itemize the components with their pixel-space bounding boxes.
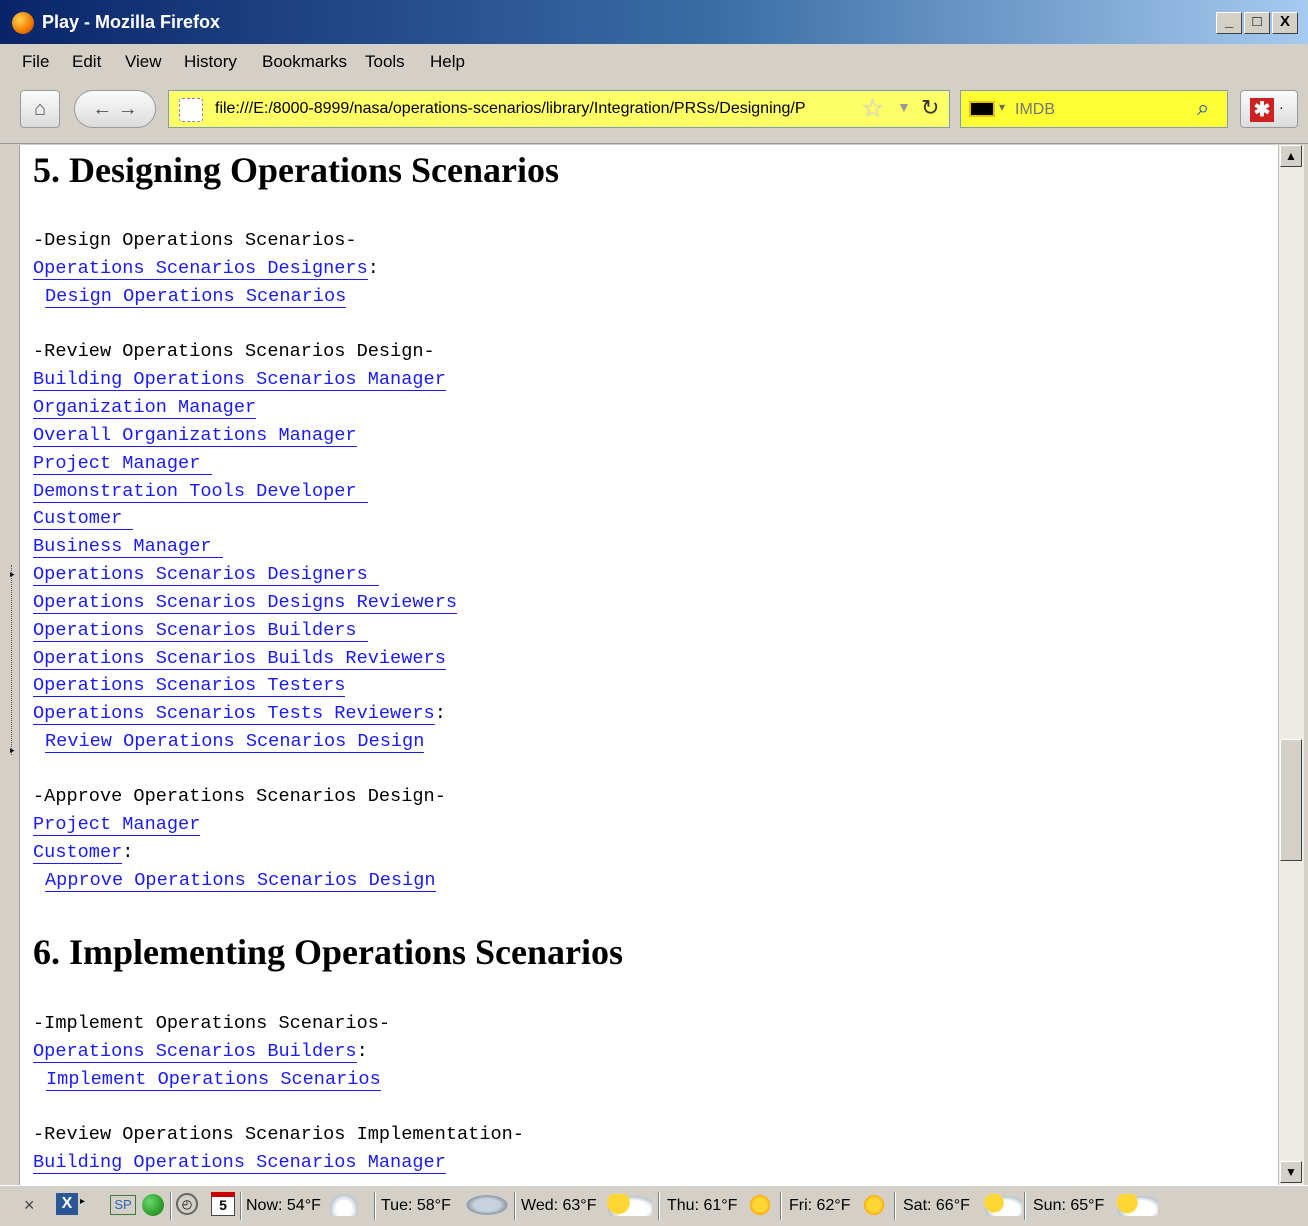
weather-now[interactable]: Now: 54°F — [246, 1197, 321, 1215]
step-title: -Implement Operations Scenarios- — [33, 1013, 391, 1034]
minimize-button[interactable]: _ — [1216, 12, 1242, 34]
role-link[interactable]: Operations Scenarios Designers — [33, 564, 379, 586]
role-link[interactable]: Building Operations Scenarios Manager — [33, 369, 446, 391]
section-heading: 6. Implementing Operations Scenarios — [33, 932, 623, 972]
menu-bookmarks[interactable]: Bookmarks — [262, 52, 347, 72]
page-content: 5. Designing Operations Scenarios -Desig… — [20, 145, 1278, 1185]
url-bar[interactable]: file:///E:/8000-8999/nasa/operations-sce… — [168, 90, 950, 128]
role-link[interactable]: Customer — [33, 508, 134, 530]
back-forward-buttons[interactable]: ← → — [74, 90, 156, 128]
forward-icon[interactable]: → — [118, 98, 138, 120]
action-link[interactable]: Review Operations Scenarios Design — [45, 731, 425, 753]
menu-file[interactable]: File — [22, 52, 49, 72]
xmarks-icon[interactable]: X — [56, 1193, 78, 1215]
weather-fri[interactable]: Fri: 62°F — [789, 1197, 851, 1215]
menu-edit[interactable]: Edit — [72, 52, 101, 72]
expand-arrow-icon[interactable]: ▸ — [10, 569, 15, 580]
scroll-down-button[interactable]: ▼ — [1280, 1161, 1302, 1183]
sun-cloud-icon — [982, 1194, 1022, 1216]
home-icon: ⌂ — [33, 98, 47, 120]
cloud-icon — [330, 1194, 358, 1216]
site-identity-icon[interactable] — [179, 98, 203, 122]
search-input[interactable] — [1013, 97, 1187, 123]
role-link[interactable]: Demonstration Tools Developer — [33, 481, 368, 503]
menu-view[interactable]: View — [125, 52, 162, 72]
clock-icon[interactable]: ◴ — [176, 1193, 198, 1215]
step-title: -Review Operations Scenarios Implementat… — [33, 1124, 524, 1145]
scroll-up-button[interactable]: ▲ — [1280, 145, 1302, 167]
status-bar: × X ▸ SP ◴ 5 Now: 54°F Tue: 58°F Wed: 63… — [0, 1185, 1308, 1226]
sidebar-splitter[interactable]: ▸ ▸ — [0, 145, 20, 1185]
xmarks-dropdown-icon[interactable]: ▸ — [80, 1196, 85, 1207]
weather-thu[interactable]: Thu: 61°F — [667, 1197, 737, 1215]
navigation-toolbar: ⌂ ← → file:///E:/8000-8999/nasa/operatio… — [0, 78, 1308, 144]
imdb-engine-icon[interactable] — [969, 101, 995, 117]
reload-icon[interactable]: ↻ — [921, 95, 939, 121]
role-link[interactable]: Organization Manager — [33, 397, 257, 419]
status-green-icon[interactable] — [142, 1194, 164, 1216]
firefox-logo-icon — [12, 12, 34, 34]
role-link[interactable]: Operations Scenarios Builders — [33, 620, 368, 642]
home-button[interactable]: ⌂ — [20, 90, 60, 128]
back-icon[interactable]: ← — [92, 98, 112, 120]
sp-icon[interactable]: SP — [110, 1195, 136, 1215]
url-text[interactable]: file:///E:/8000-8999/nasa/operations-sce… — [215, 100, 855, 118]
role-link[interactable]: Business Manager — [33, 536, 223, 558]
role-link[interactable]: Operations Scenarios Tests Reviewers — [33, 703, 435, 725]
role-link[interactable]: Customer — [33, 842, 123, 864]
action-link[interactable]: Implement Operations Scenarios — [46, 1069, 381, 1091]
role-link[interactable]: Project Manager — [33, 814, 201, 836]
sun-cloud-icon — [604, 1194, 652, 1216]
weather-sat[interactable]: Sat: 66°F — [903, 1197, 970, 1215]
expand-arrow-icon[interactable]: ▸ — [10, 745, 15, 756]
section-heading: 5. Designing Operations Scenarios — [33, 150, 560, 190]
role-link[interactable]: Operations Scenarios Testers — [33, 675, 346, 697]
sun-cloud-icon — [1114, 1194, 1158, 1216]
scroll-thumb[interactable] — [1280, 739, 1302, 861]
search-icon[interactable]: ⌕ — [1197, 95, 1209, 121]
menu-help[interactable]: Help — [430, 52, 465, 72]
window-title: Play - Mozilla Firefox — [42, 12, 221, 32]
vertical-scrollbar[interactable]: ▲ ▼ — [1278, 145, 1304, 1185]
engine-dropdown-icon[interactable]: ▾ — [999, 100, 1005, 114]
weather-wed[interactable]: Wed: 63°F — [521, 1197, 596, 1215]
rain-icon — [464, 1194, 510, 1216]
search-bar[interactable]: ▾ ⌕ — [960, 90, 1228, 128]
step-title: -Review Operations Scenarios Design- — [33, 341, 435, 362]
step-title: -Approve Operations Scenarios Design- — [33, 786, 446, 807]
maximize-button[interactable]: □ — [1244, 12, 1270, 34]
bookmark-star-icon[interactable]: ☆ — [861, 93, 884, 124]
calendar-icon[interactable]: 5 — [211, 1192, 235, 1216]
addon-button[interactable]: ✱ · — [1240, 90, 1298, 128]
action-link[interactable]: Approve Operations Scenarios Design — [45, 870, 436, 892]
role-link[interactable]: Operations Scenarios Designs Reviewers — [33, 592, 458, 614]
url-dropdown-icon[interactable]: ▼ — [897, 99, 911, 115]
role-link[interactable]: Operations Scenarios Builders — [33, 1041, 357, 1063]
splitter-grip — [11, 565, 13, 755]
role-link[interactable]: Operations Scenarios Designers — [33, 258, 368, 280]
close-button[interactable]: X — [1272, 12, 1298, 34]
menu-tools[interactable]: Tools — [365, 52, 405, 72]
menu-history[interactable]: History — [184, 52, 237, 72]
role-link[interactable]: Operations Scenarios Builds Reviewers — [33, 648, 446, 670]
role-link[interactable]: Building Operations Scenarios Manager — [33, 1152, 446, 1174]
window-titlebar: Play - Mozilla Firefox _ □ X — [0, 0, 1308, 44]
role-link[interactable]: Overall Organizations Manager — [33, 425, 357, 447]
weather-sun[interactable]: Sun: 65°F — [1033, 1197, 1104, 1215]
menu-bar: File Edit View History Bookmarks Tools H… — [0, 44, 1308, 78]
sun-icon — [860, 1194, 888, 1216]
close-addon-bar-icon[interactable]: × — [24, 1195, 35, 1216]
action-link[interactable]: Design Operations Scenarios — [45, 286, 347, 308]
step-title: -Design Operations Scenarios- — [33, 230, 357, 251]
sun-icon — [746, 1194, 774, 1216]
weather-tue[interactable]: Tue: 58°F — [381, 1197, 451, 1215]
addon-icon: ✱ — [1250, 98, 1274, 122]
role-link[interactable]: Project Manager — [33, 453, 212, 475]
addon-dropdown-icon[interactable]: · — [1279, 99, 1284, 115]
